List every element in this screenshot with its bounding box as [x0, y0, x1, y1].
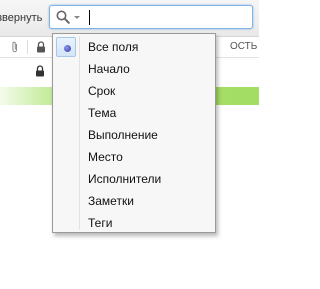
menu-item-location[interactable]: Место: [55, 146, 213, 168]
menu-item-all-fields[interactable]: Все поля: [55, 36, 213, 58]
search-input[interactable]: [86, 8, 248, 26]
column-divider[interactable]: [27, 40, 28, 54]
search-field-menu: Все поля Начало Срок Тема Выполнение Мес…: [52, 33, 216, 233]
collapse-button[interactable]: звернуть: [0, 12, 42, 24]
menu-item-notes[interactable]: Заметки: [55, 190, 213, 212]
column-header-partial[interactable]: ОСТЬ: [230, 41, 257, 52]
toolbar: звернуть: [0, 0, 259, 37]
menu-item-start[interactable]: Начало: [55, 58, 213, 80]
search-box[interactable]: [49, 5, 253, 29]
menu-item-subject[interactable]: Тема: [55, 102, 213, 124]
lock-icon[interactable]: [36, 41, 46, 56]
menu-item-completion[interactable]: Выполнение: [55, 124, 213, 146]
selected-indicator: [56, 37, 76, 57]
radio-dot-icon: [64, 45, 71, 52]
attachment-icon[interactable]: [11, 41, 19, 56]
text-caret: [89, 10, 90, 25]
menu-item-assignees[interactable]: Исполнители: [55, 168, 213, 190]
search-icon[interactable]: [56, 10, 70, 24]
menu-item-due[interactable]: Срок: [55, 80, 213, 102]
menu-item-tags[interactable]: Теги: [55, 212, 213, 234]
chevron-down-icon[interactable]: [74, 16, 80, 19]
lock-icon: [35, 65, 45, 80]
